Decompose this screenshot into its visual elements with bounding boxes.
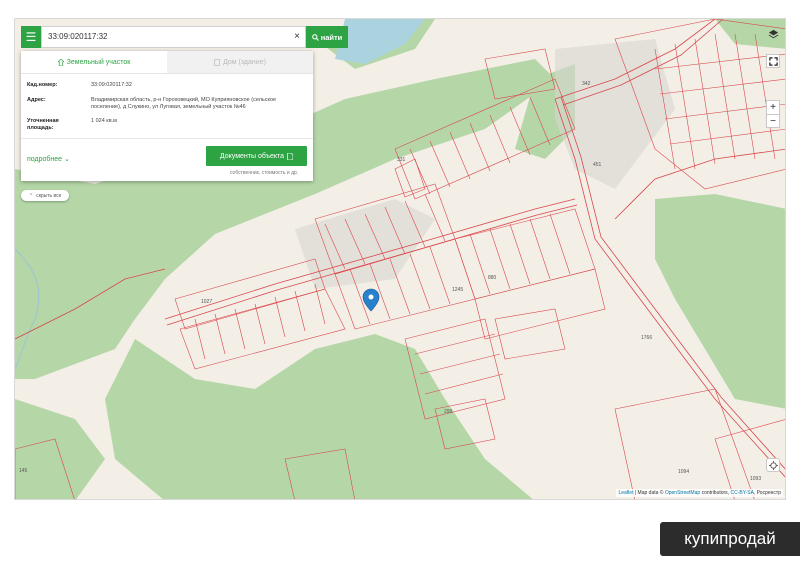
search-input[interactable]: 33:09:020117:32 × [41,26,306,48]
zoom-in-button[interactable]: + [766,100,780,114]
more-label: подробнее [27,156,63,163]
map-attribution: Leaflet | Map data © OpenStreetMap contr… [616,489,783,497]
parcel-grid [174,258,326,330]
locate-button[interactable] [766,458,780,472]
documents-button-label: Документы объекта [219,152,285,160]
row-label: Адрес: [27,97,46,103]
attribution-text: | Map data © [634,490,664,496]
land-icon [57,58,64,66]
location-marker[interactable] [362,288,380,312]
tab-building[interactable]: Дом (здание) [167,51,313,73]
documents-button[interactable]: Документы объекта [206,146,307,166]
search-button-label: найти [320,32,343,42]
parcel-label: 1094 [678,469,690,475]
fullscreen-icon [768,56,778,66]
license-link[interactable]: CC-BY-SA [730,490,753,496]
hide-all-button[interactable]: ⌃ скрыть все [21,190,70,201]
osm-link[interactable]: OpenStreetMap [665,490,700,496]
row-value: 1 024 кв.м [91,118,117,124]
parcel-grid [614,388,755,499]
search-icon [311,33,319,41]
documents-note: собственник, стоимость и др. [230,170,299,176]
document-icon [287,152,294,160]
parcel-label: 331 [397,157,406,163]
forest-area [655,194,785,409]
parcel-label: 342 [582,81,591,87]
forest-area [105,334,533,499]
parcel-label: 1245 [452,287,464,293]
clear-search-button[interactable]: × [294,27,300,47]
locate-icon [768,460,778,470]
area-row: Уточненная площадь: 1 024 кв.м [21,118,313,132]
panel-divider [21,138,313,139]
attribution-text: , Росреестр [753,490,781,496]
menu-icon[interactable]: ☰ [21,26,41,48]
address-row: Адрес: Владимирская область, р-н Горохов… [21,97,313,111]
row-label: Уточненная площадь: [27,118,59,131]
parcel-label: 1027 [201,299,213,305]
more-details-link[interactable]: подробнее ⌄ [27,155,70,163]
row-value: 33:09:020117:32 [91,82,132,88]
tab-label: Земельный участок [66,58,131,66]
search-value: 33:09:020117:32 [48,32,108,41]
chevron-up-icon: ⌃ [29,192,34,199]
parcel-label: 451 [593,162,602,168]
parcel-label: 145 [19,468,28,474]
road-label: 1766 [641,335,653,341]
object-info-panel: Земельный участок Дом (здание) Кад.номер… [21,51,313,181]
zoom-out-button[interactable]: − [766,114,780,128]
row-value: Владимирская область, р-н Гороховецкий, … [91,97,277,110]
attribution-text: contributors, [701,490,730,496]
parcel-grid [654,33,776,170]
layers-icon [768,29,778,38]
search-bar: ☰ 33:09:020117:32 × найти [21,26,348,48]
layers-button[interactable] [766,27,780,41]
panel-tabs: Земельный участок Дом (здание) [21,51,313,74]
parcel-label: 880 [488,275,497,281]
tab-label: Дом (здание) [223,58,266,66]
row-label: Кад.номер: [27,82,58,88]
cadastral-number-row: Кад.номер: 33:09:020117:32 [21,82,313,89]
parcel-label: 299 [444,409,453,415]
watermark-logo: купипродай [660,522,800,556]
hide-all-label: скрыть все [36,192,62,199]
map-view[interactable]: 342 331 880 1094 1093 299 145 451 1027 1… [14,18,786,500]
search-button[interactable]: найти [306,26,348,48]
fullscreen-button[interactable] [766,54,780,68]
leaflet-link[interactable]: Leaflet [618,490,633,496]
building-icon [214,58,220,66]
forest-area [15,399,105,499]
parcel-label: 1093 [750,476,762,482]
chevron-down-icon: ⌄ [64,156,70,163]
tab-land-plot[interactable]: Земельный участок [21,51,167,73]
